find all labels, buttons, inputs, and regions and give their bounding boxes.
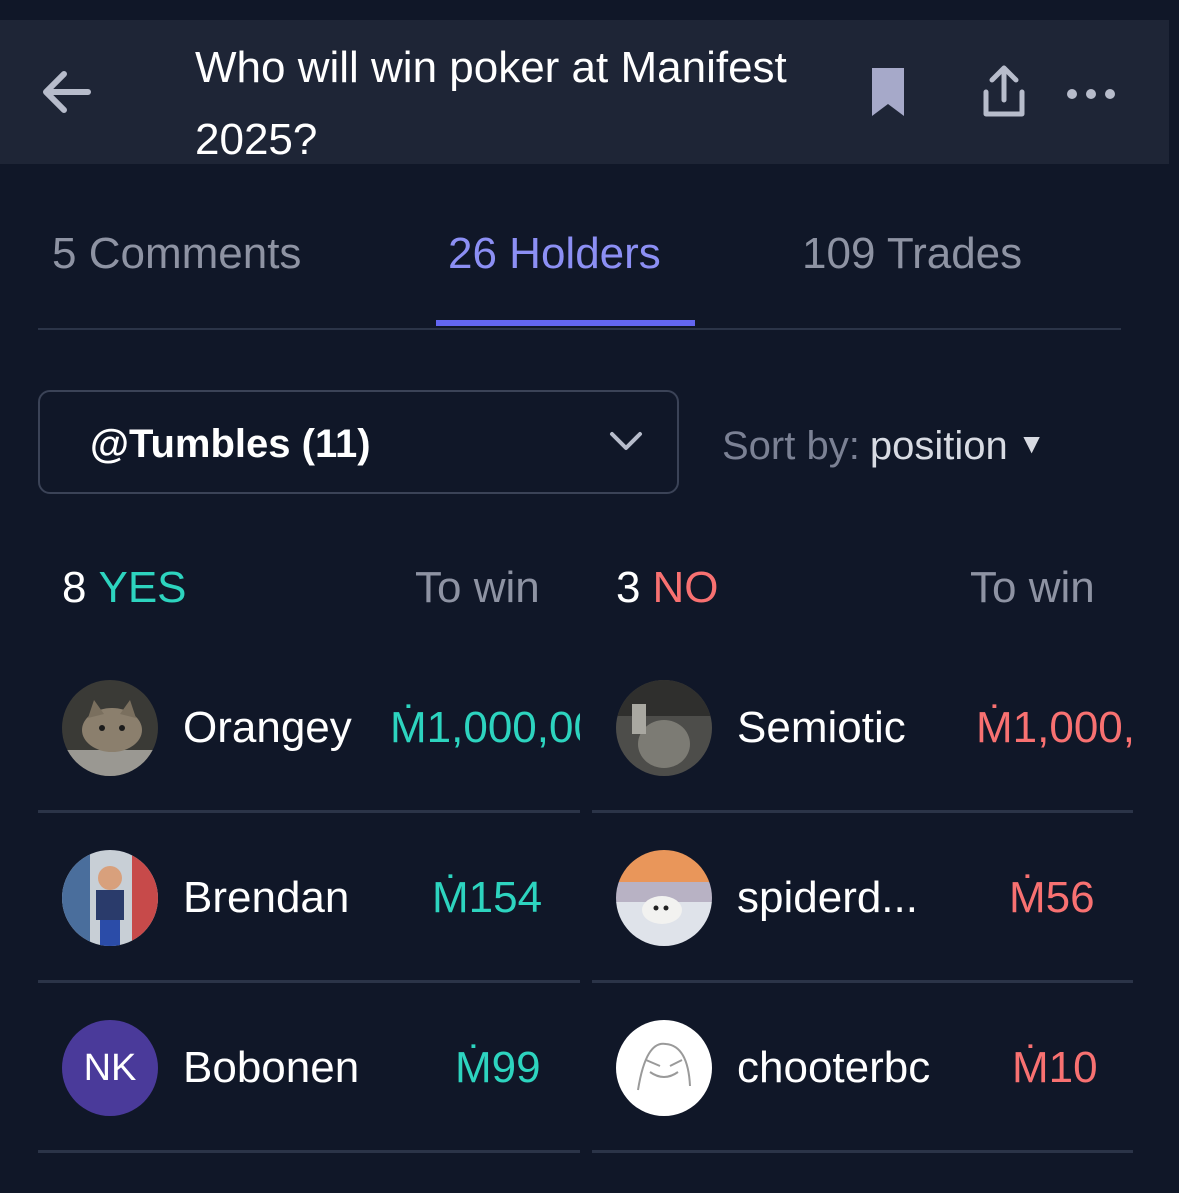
tab-trades[interactable]: 109 Trades bbox=[802, 226, 1022, 282]
no-label: NO bbox=[652, 563, 719, 612]
no-column-header: 3 NO bbox=[616, 560, 718, 616]
holder-name[interactable]: Bobonen bbox=[183, 1038, 359, 1098]
no-holder-row[interactable]: spiderd... Ṁ56 bbox=[592, 813, 1133, 983]
top-bar: Who will win poker at Manifest 2025? bbox=[0, 20, 1169, 164]
sort-label: Sort by: bbox=[722, 424, 860, 468]
holder-to-win-amount: Ṁ1,000,000 bbox=[976, 703, 1133, 752]
yes-holder-row[interactable]: Orangey Ṁ1,000,000 bbox=[38, 643, 580, 813]
chevron-down-icon bbox=[610, 432, 642, 450]
holder-to-win-amount: Ṁ1,000,000 bbox=[390, 703, 580, 752]
avatar[interactable] bbox=[616, 1020, 712, 1116]
holder-to-win-amount: Ṁ154 bbox=[432, 873, 543, 922]
bookmark-icon bbox=[872, 68, 904, 116]
back-button[interactable] bbox=[36, 62, 100, 122]
sort-control[interactable]: Sort by: position ▼ bbox=[722, 424, 1045, 469]
tab-holders[interactable]: 26 Holders bbox=[448, 226, 661, 282]
page-title: Who will win poker at Manifest 2025? bbox=[195, 43, 787, 164]
holder-filter-select[interactable]: @Tumbles (11) bbox=[38, 390, 679, 494]
bookmark-button[interactable] bbox=[864, 62, 912, 122]
no-holder-row[interactable]: Semiotic Ṁ1,000,000 bbox=[592, 643, 1133, 813]
yes-count: 8 bbox=[62, 563, 87, 612]
holder-name[interactable]: Brendan bbox=[183, 868, 349, 928]
avatar[interactable] bbox=[62, 680, 158, 776]
no-holder-row[interactable]: chooterbc Ṁ10 bbox=[592, 983, 1133, 1153]
holder-name[interactable]: spiderd... bbox=[737, 868, 918, 928]
no-to-win-header: To win bbox=[970, 563, 1095, 612]
tab-comments[interactable]: 5 Comments bbox=[52, 226, 301, 282]
tab-bar: 5 Comments 26 Holders 109 Trades bbox=[38, 200, 1121, 330]
holder-to-win-amount: Ṁ10 bbox=[1012, 1043, 1098, 1092]
holder-to-win-amount: Ṁ56 bbox=[1009, 873, 1095, 922]
no-count: 3 bbox=[616, 563, 641, 612]
avatar[interactable] bbox=[616, 680, 712, 776]
yes-column-header: 8 YES bbox=[62, 560, 187, 616]
sort-value: position bbox=[869, 424, 1008, 468]
caret-down-icon: ▼ bbox=[1017, 428, 1046, 459]
more-button[interactable] bbox=[1058, 74, 1124, 114]
active-tab-indicator bbox=[436, 320, 695, 326]
avatar[interactable] bbox=[62, 850, 158, 946]
holder-name[interactable]: Semiotic bbox=[737, 698, 906, 758]
arrow-left-icon bbox=[43, 71, 91, 113]
yes-label: YES bbox=[98, 563, 187, 612]
filter-selected-value: @Tumbles (11) bbox=[90, 422, 371, 466]
holder-to-win-amount: Ṁ99 bbox=[455, 1043, 541, 1092]
holder-name[interactable]: Orangey bbox=[183, 698, 352, 758]
avatar[interactable] bbox=[616, 850, 712, 946]
holder-name[interactable]: chooterbc bbox=[737, 1038, 955, 1098]
avatar[interactable]: NK bbox=[62, 1020, 158, 1116]
more-horizontal-icon bbox=[1067, 89, 1115, 99]
yes-holder-row[interactable]: NK Bobonen Ṁ99 bbox=[38, 983, 580, 1153]
yes-to-win-header: To win bbox=[415, 563, 540, 612]
share-icon bbox=[983, 65, 1025, 117]
share-button[interactable] bbox=[976, 60, 1032, 124]
yes-holder-row[interactable]: Brendan Ṁ154 bbox=[38, 813, 580, 983]
